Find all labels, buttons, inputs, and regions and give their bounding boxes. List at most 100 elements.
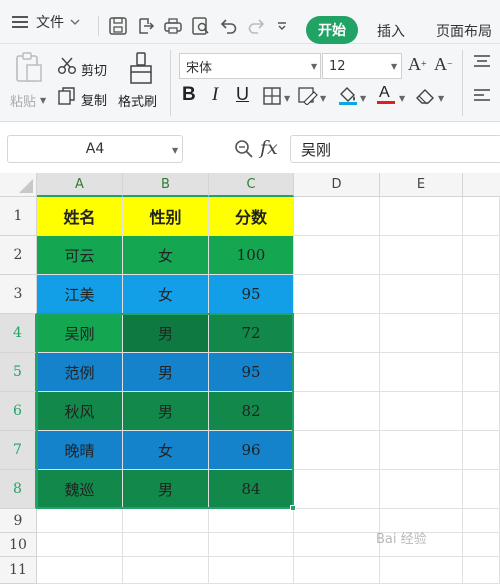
format-painter-icon[interactable]	[128, 52, 154, 86]
paste-button[interactable]: 粘贴	[10, 91, 36, 110]
table-cell[interactable]: 95	[209, 353, 294, 392]
grid-cell[interactable]	[37, 557, 123, 584]
bold-icon[interactable]: B	[182, 84, 196, 106]
undo-icon[interactable]	[219, 16, 239, 36]
grid-cell[interactable]	[463, 509, 500, 533]
file-menu[interactable]: 文件	[12, 10, 80, 34]
grid-cell[interactable]	[123, 557, 209, 584]
row-header-11[interactable]: 11	[0, 557, 37, 584]
row-header-6[interactable]: 6	[0, 392, 37, 431]
row-header-2[interactable]: 2	[0, 236, 37, 275]
column-header-a[interactable]: A	[37, 173, 123, 197]
chevron-down-icon[interactable]: ▼	[320, 94, 326, 103]
table-cell[interactable]: 魏巡	[37, 470, 123, 509]
grid-cell[interactable]	[380, 470, 463, 509]
table-cell[interactable]: 男	[123, 392, 209, 431]
grid-cell[interactable]	[209, 557, 294, 584]
grid-cell[interactable]	[123, 533, 209, 557]
tab-home[interactable]: 开始	[306, 16, 358, 44]
chevron-down-icon[interactable]: ▼	[438, 94, 444, 103]
format-painter-button[interactable]: 格式刷	[118, 91, 157, 110]
save-icon[interactable]	[108, 16, 128, 36]
row-header-3[interactable]: 3	[0, 275, 37, 314]
cut-button[interactable]: 剪切	[81, 60, 107, 79]
column-header-d[interactable]: D	[294, 173, 380, 197]
export-icon[interactable]	[136, 16, 156, 36]
tab-page-layout[interactable]: 页面布局	[436, 21, 492, 41]
font-color-icon[interactable]: A	[376, 82, 396, 106]
decrease-font-size-icon[interactable]: A −	[434, 54, 453, 75]
chevron-down-icon[interactable]: ▼	[360, 94, 366, 103]
select-all-corner[interactable]	[0, 173, 37, 197]
chevron-down-icon[interactable]: ▼	[284, 94, 290, 103]
grid-cell[interactable]	[294, 236, 380, 275]
grid-cell[interactable]	[463, 314, 500, 353]
font-size-select[interactable]: 12	[322, 53, 402, 79]
grid-cell[interactable]	[463, 392, 500, 431]
grid-cell[interactable]	[37, 533, 123, 557]
grid-cell[interactable]	[294, 392, 380, 431]
grid-cell[interactable]	[463, 353, 500, 392]
grid-cell[interactable]	[294, 470, 380, 509]
table-cell[interactable]: 72	[209, 314, 294, 353]
grid-cell[interactable]	[294, 533, 380, 557]
table-cell[interactable]: 范例	[37, 353, 123, 392]
table-cell[interactable]: 84	[209, 470, 294, 509]
zoom-search-icon[interactable]	[234, 139, 254, 159]
grid-cell[interactable]	[463, 197, 500, 236]
formula-input[interactable]: 吴刚	[290, 135, 500, 163]
grid-cell[interactable]	[463, 557, 500, 584]
customize-toolbar-icon[interactable]	[276, 20, 288, 32]
grid-cell[interactable]	[380, 392, 463, 431]
grid-cell[interactable]	[294, 557, 380, 584]
print-icon[interactable]	[163, 16, 183, 36]
row-header-8[interactable]: 8	[0, 470, 37, 509]
row-header-5[interactable]: 5	[0, 353, 37, 392]
table-cell[interactable]: 82	[209, 392, 294, 431]
align-top-icon[interactable]	[472, 54, 492, 70]
table-cell[interactable]: 秋风	[37, 392, 123, 431]
grid-cell[interactable]	[463, 533, 500, 557]
fill-color-icon[interactable]	[337, 84, 359, 106]
column-header-c[interactable]: C	[209, 173, 294, 197]
table-cell[interactable]: 女	[123, 236, 209, 275]
borders-icon[interactable]	[263, 87, 281, 105]
grid-cell[interactable]	[380, 236, 463, 275]
grid-cell[interactable]	[294, 197, 380, 236]
grid-cell[interactable]	[294, 509, 380, 533]
table-cell[interactable]: 女	[123, 431, 209, 470]
row-header-9[interactable]: 9	[0, 509, 37, 533]
grid-cell[interactable]	[380, 314, 463, 353]
italic-icon[interactable]: I	[212, 84, 218, 106]
column-header-b[interactable]: B	[123, 173, 209, 197]
row-header-7[interactable]: 7	[0, 431, 37, 470]
grid-cell[interactable]	[380, 353, 463, 392]
table-cell[interactable]: 男	[123, 470, 209, 509]
active-cell[interactable]: 吴刚	[37, 314, 123, 353]
chevron-down-icon[interactable]: ▼	[391, 62, 397, 71]
grid-cell[interactable]	[463, 431, 500, 470]
align-left-icon[interactable]	[472, 88, 492, 104]
grid-cell[interactable]	[37, 509, 123, 533]
paste-icon[interactable]	[14, 52, 44, 84]
grid-cell[interactable]	[123, 509, 209, 533]
table-cell[interactable]: 可云	[37, 236, 123, 275]
grid-cell[interactable]	[209, 533, 294, 557]
copy-icon[interactable]	[57, 86, 77, 106]
table-header-cell[interactable]: 姓名	[37, 197, 123, 236]
grid-cell[interactable]	[294, 275, 380, 314]
table-header-cell[interactable]: 性别	[123, 197, 209, 236]
table-cell[interactable]: 96	[209, 431, 294, 470]
grid-cell[interactable]	[463, 470, 500, 509]
font-name-select[interactable]: 宋体	[179, 53, 321, 79]
table-header-cell[interactable]: 分数	[209, 197, 294, 236]
chevron-down-icon[interactable]: ▼	[399, 94, 405, 103]
grid-cell[interactable]	[294, 431, 380, 470]
grid-cell[interactable]	[463, 236, 500, 275]
table-cell[interactable]: 男	[123, 353, 209, 392]
grid-cell[interactable]	[380, 431, 463, 470]
name-box[interactable]: A4	[7, 135, 183, 163]
row-header-10[interactable]: 10	[0, 533, 37, 557]
tab-insert[interactable]: 插入	[377, 21, 405, 41]
row-header-4[interactable]: 4	[0, 314, 37, 353]
